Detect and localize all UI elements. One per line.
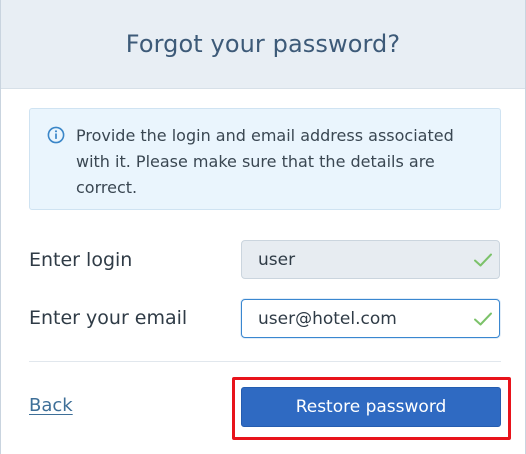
dialog-header: Forgot your password? bbox=[1, 0, 525, 89]
info-message-text: Provide the login and email address asso… bbox=[76, 126, 454, 197]
info-message-box: Provide the login and email address asso… bbox=[29, 108, 501, 210]
login-label: Enter login bbox=[29, 249, 133, 271]
email-field[interactable]: user@hotel.com bbox=[241, 299, 500, 338]
email-label: Enter your email bbox=[29, 307, 188, 329]
checkmark-icon bbox=[474, 253, 492, 267]
checkmark-icon bbox=[474, 312, 492, 326]
info-circle-icon bbox=[47, 126, 65, 144]
divider bbox=[29, 361, 501, 362]
forgot-password-dialog: Forgot your password? Provide the login … bbox=[0, 0, 526, 454]
dialog-title: Forgot your password? bbox=[125, 30, 401, 58]
login-field[interactable]: user bbox=[241, 240, 500, 279]
back-link[interactable]: Back bbox=[29, 395, 73, 416]
login-field-value: user bbox=[258, 249, 296, 270]
highlight-box bbox=[232, 377, 511, 440]
email-field-value: user@hotel.com bbox=[258, 308, 397, 329]
